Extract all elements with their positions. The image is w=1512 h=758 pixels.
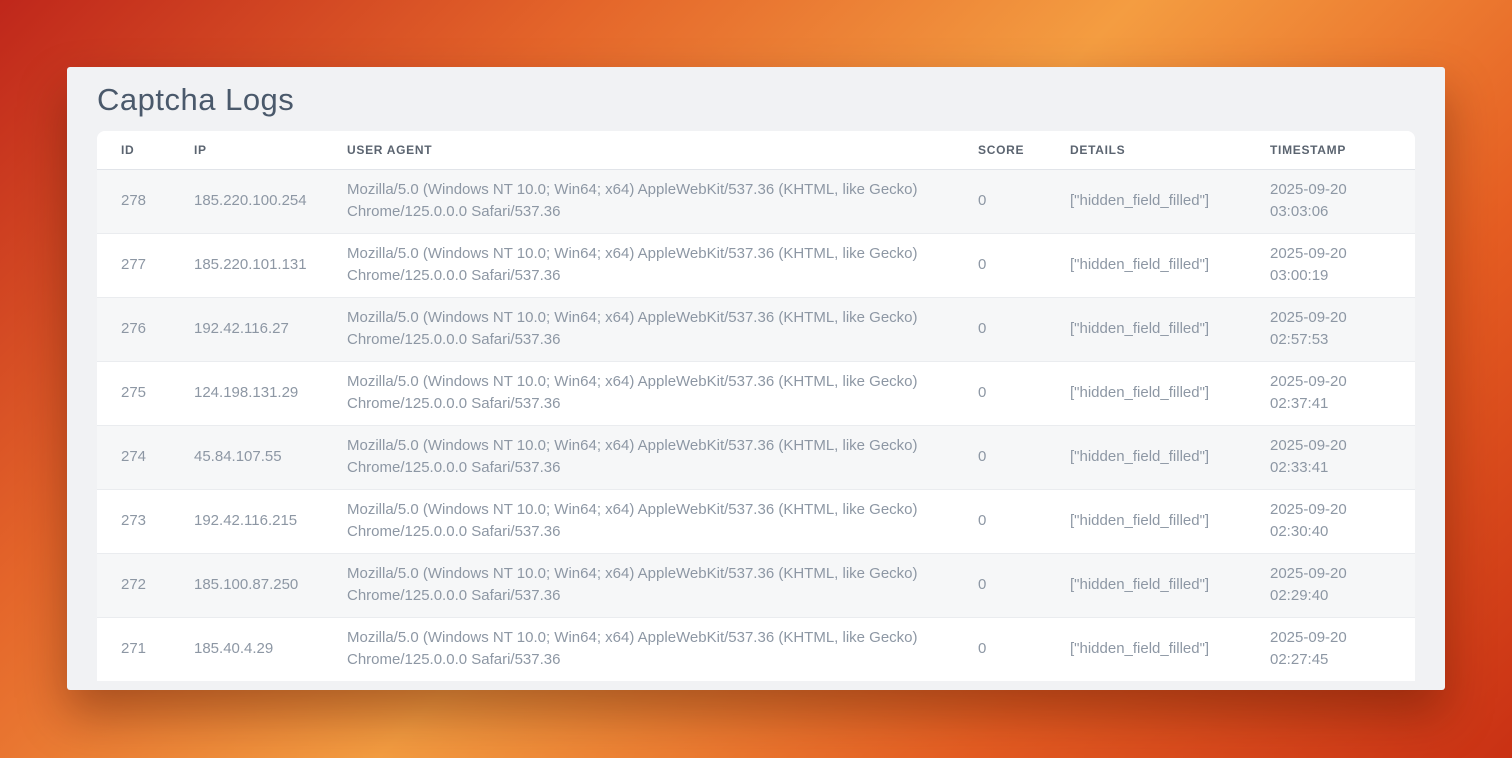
column-header-ip: IP: [194, 131, 347, 169]
cell-user_agent: Mozilla/5.0 (Windows NT 10.0; Win64; x64…: [347, 425, 978, 489]
cell-details: ["hidden_field_filled"]: [1070, 489, 1270, 553]
cell-user_agent: Mozilla/5.0 (Windows NT 10.0; Win64; x64…: [347, 489, 978, 553]
table-row: 278185.220.100.254Mozilla/5.0 (Windows N…: [97, 169, 1415, 233]
cell-ip: 192.42.116.27: [194, 297, 347, 361]
cell-details: ["hidden_field_filled"]: [1070, 617, 1270, 681]
cell-timestamp: 2025-09-20 02:33:41: [1270, 425, 1415, 489]
cell-ip: 185.40.4.29: [194, 617, 347, 681]
cell-id: 272: [97, 553, 194, 617]
cell-timestamp: 2025-09-20 02:57:53: [1270, 297, 1415, 361]
page-title: Captcha Logs: [67, 67, 1445, 131]
cell-id: 277: [97, 233, 194, 297]
cell-score: 0: [978, 425, 1070, 489]
column-header-id: ID: [97, 131, 194, 169]
cell-score: 0: [978, 489, 1070, 553]
cell-score: 0: [978, 169, 1070, 233]
column-header-timestamp: TIMESTAMP: [1270, 131, 1415, 169]
cell-user_agent: Mozilla/5.0 (Windows NT 10.0; Win64; x64…: [347, 553, 978, 617]
cell-user_agent: Mozilla/5.0 (Windows NT 10.0; Win64; x64…: [347, 361, 978, 425]
page-background: { "page": { "title": "Captcha Logs" }, "…: [0, 0, 1512, 758]
cell-score: 0: [978, 233, 1070, 297]
cell-details: ["hidden_field_filled"]: [1070, 361, 1270, 425]
cell-id: 278: [97, 169, 194, 233]
table-body: 278185.220.100.254Mozilla/5.0 (Windows N…: [97, 169, 1415, 681]
table-row: 27445.84.107.55Mozilla/5.0 (Windows NT 1…: [97, 425, 1415, 489]
cell-details: ["hidden_field_filled"]: [1070, 425, 1270, 489]
table-row: 273192.42.116.215Mozilla/5.0 (Windows NT…: [97, 489, 1415, 553]
table-row: 272185.100.87.250Mozilla/5.0 (Windows NT…: [97, 553, 1415, 617]
logs-table: ID IP USER AGENT SCORE DETAILS TIMESTAMP…: [97, 131, 1415, 681]
cell-user_agent: Mozilla/5.0 (Windows NT 10.0; Win64; x64…: [347, 297, 978, 361]
cell-details: ["hidden_field_filled"]: [1070, 553, 1270, 617]
cell-id: 273: [97, 489, 194, 553]
cell-score: 0: [978, 361, 1070, 425]
cell-ip: 185.100.87.250: [194, 553, 347, 617]
cell-timestamp: 2025-09-20 03:00:19: [1270, 233, 1415, 297]
cell-user_agent: Mozilla/5.0 (Windows NT 10.0; Win64; x64…: [347, 233, 978, 297]
cell-timestamp: 2025-09-20 02:29:40: [1270, 553, 1415, 617]
table-row: 275124.198.131.29Mozilla/5.0 (Windows NT…: [97, 361, 1415, 425]
cell-ip: 185.220.101.131: [194, 233, 347, 297]
cell-score: 0: [978, 553, 1070, 617]
logs-table-container: ID IP USER AGENT SCORE DETAILS TIMESTAMP…: [97, 131, 1415, 681]
captcha-logs-card: Captcha Logs ID IP USER AGENT SCORE DETA…: [67, 67, 1445, 690]
cell-timestamp: 2025-09-20 03:03:06: [1270, 169, 1415, 233]
cell-user_agent: Mozilla/5.0 (Windows NT 10.0; Win64; x64…: [347, 617, 978, 681]
cell-details: ["hidden_field_filled"]: [1070, 233, 1270, 297]
table-row: 276192.42.116.27Mozilla/5.0 (Windows NT …: [97, 297, 1415, 361]
cell-id: 274: [97, 425, 194, 489]
cell-score: 0: [978, 297, 1070, 361]
cell-ip: 185.220.100.254: [194, 169, 347, 233]
cell-details: ["hidden_field_filled"]: [1070, 169, 1270, 233]
table-row: 277185.220.101.131Mozilla/5.0 (Windows N…: [97, 233, 1415, 297]
cell-ip: 124.198.131.29: [194, 361, 347, 425]
cell-id: 271: [97, 617, 194, 681]
cell-score: 0: [978, 617, 1070, 681]
column-header-details: DETAILS: [1070, 131, 1270, 169]
column-header-user-agent: USER AGENT: [347, 131, 978, 169]
table-header-row: ID IP USER AGENT SCORE DETAILS TIMESTAMP: [97, 131, 1415, 169]
column-header-score: SCORE: [978, 131, 1070, 169]
cell-ip: 192.42.116.215: [194, 489, 347, 553]
cell-timestamp: 2025-09-20 02:30:40: [1270, 489, 1415, 553]
cell-details: ["hidden_field_filled"]: [1070, 297, 1270, 361]
table-row: 271185.40.4.29Mozilla/5.0 (Windows NT 10…: [97, 617, 1415, 681]
cell-id: 276: [97, 297, 194, 361]
cell-timestamp: 2025-09-20 02:37:41: [1270, 361, 1415, 425]
cell-user_agent: Mozilla/5.0 (Windows NT 10.0; Win64; x64…: [347, 169, 978, 233]
cell-timestamp: 2025-09-20 02:27:45: [1270, 617, 1415, 681]
cell-id: 275: [97, 361, 194, 425]
cell-ip: 45.84.107.55: [194, 425, 347, 489]
